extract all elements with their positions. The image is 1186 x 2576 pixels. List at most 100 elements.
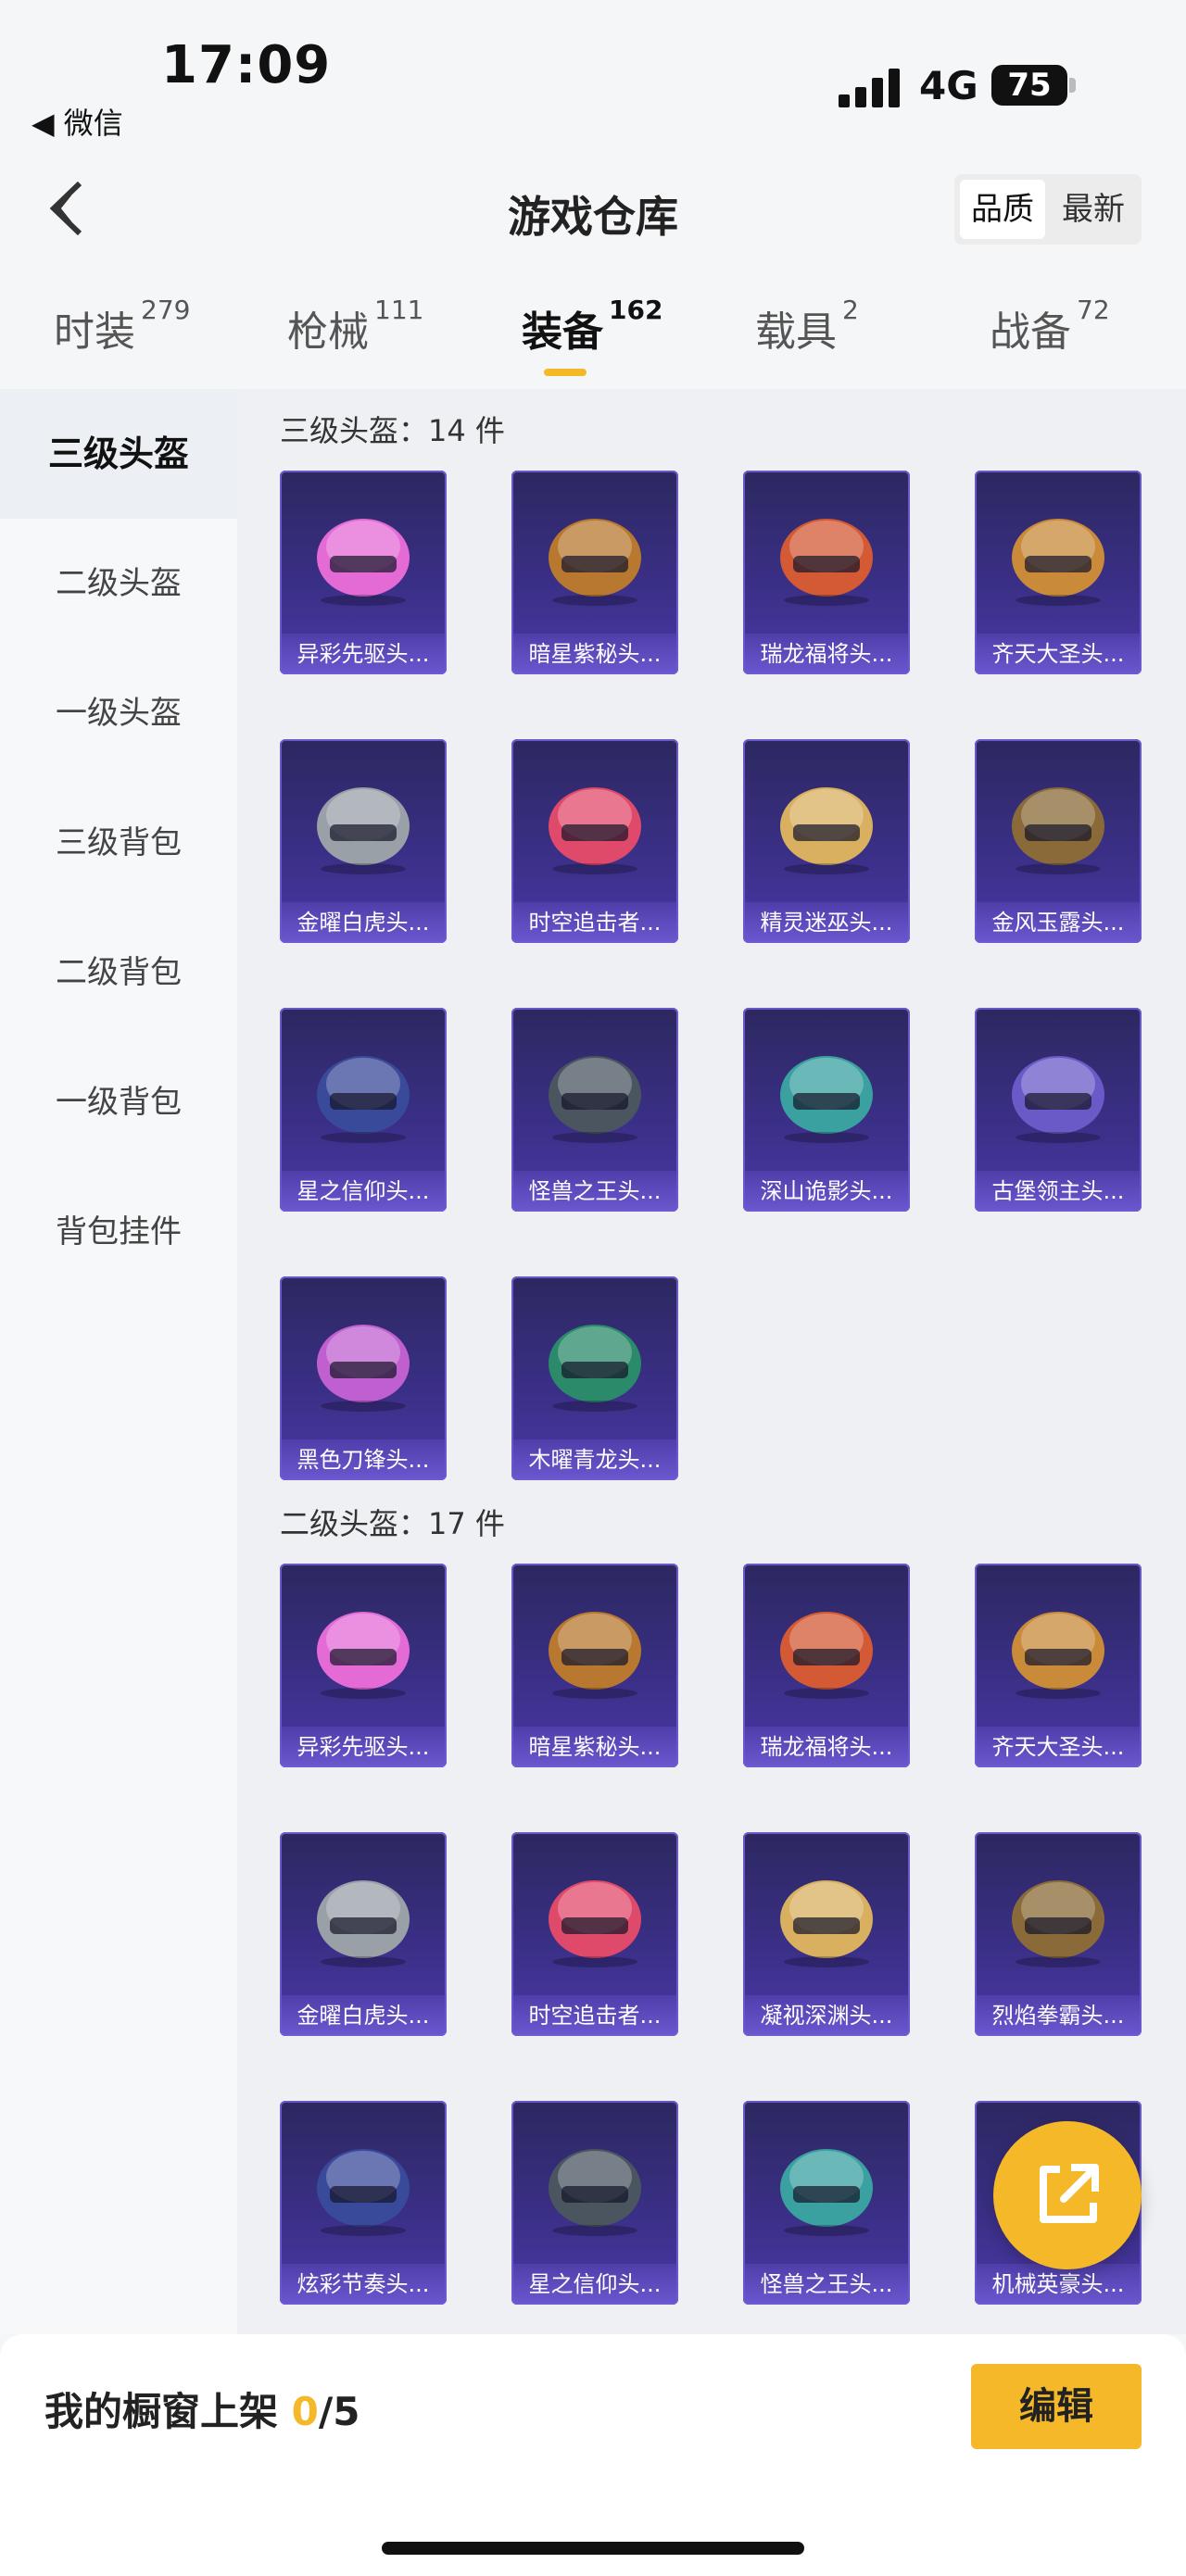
item-name: 异彩先驱头... [280, 634, 447, 674]
item-card[interactable]: 金曜白虎头... [280, 1832, 447, 2036]
item-name: 凝视深渊头... [743, 1995, 910, 2036]
helmet-icon [780, 2149, 873, 2236]
item-name: 古堡领主头... [975, 1171, 1142, 1212]
battery-cap [1069, 78, 1076, 93]
section-title: 三级头盔：14 件 [280, 413, 505, 448]
item-card[interactable]: 金曜白虎头... [280, 739, 447, 943]
helmet-icon [1012, 1880, 1104, 1967]
share-button[interactable] [993, 2121, 1142, 2269]
item-card[interactable]: 古堡领主头... [975, 1008, 1142, 1212]
item-card[interactable]: 黑色刀锋头... [280, 1276, 447, 1480]
sort-quality-button[interactable]: 品质 [960, 180, 1045, 239]
item-card[interactable]: 炫彩节奏头... [280, 2101, 447, 2305]
item-name: 木曜青龙头... [511, 1439, 678, 1480]
helmet-icon [317, 1880, 410, 1967]
tab-guns[interactable]: 枪械 111 [287, 295, 423, 372]
helmet-icon [780, 787, 873, 874]
item-name: 怪兽之王头... [511, 1171, 678, 1212]
item-name: 暗星紫秘头... [511, 634, 678, 674]
item-card[interactable]: 时空追击者... [511, 1832, 678, 2036]
item-name: 异彩先驱头... [280, 1727, 447, 1767]
helmet-icon [549, 1325, 641, 1412]
helmet-icon [1012, 519, 1104, 606]
helmet-icon [549, 1880, 641, 1967]
status-time: 17:09 [161, 35, 332, 95]
helmet-icon [780, 1056, 873, 1143]
item-card[interactable]: 齐天大圣头... [975, 1564, 1142, 1767]
status-bar: 17:09 ◀ 微信 4G 75 [0, 0, 1186, 148]
signal-icon [839, 67, 903, 107]
helmet-icon [1012, 787, 1104, 874]
item-name: 星之信仰头... [280, 1171, 447, 1212]
tab-fashion[interactable]: 时装 279 [54, 295, 190, 372]
helmet-icon [1012, 1612, 1104, 1699]
item-name: 精灵迷巫头... [743, 902, 910, 943]
external-link-icon [1040, 2164, 1099, 2223]
item-grid-area: 三级头盔：14 件 二级头盔：17 件 异彩先驱头... 暗星紫秘头... 瑞龙福将… [237, 389, 1186, 2334]
item-card[interactable]: 暗星紫秘头... [511, 471, 678, 674]
item-card[interactable]: 金风玉露头... [975, 739, 1142, 943]
item-card[interactable]: 木曜青龙头... [511, 1276, 678, 1480]
sidebar: 三级头盔 二级头盔 一级头盔 三级背包 二级背包 一级背包 背包挂件 [0, 389, 237, 2334]
home-indicator [382, 2542, 804, 2555]
item-card[interactable]: 齐天大圣头... [975, 471, 1142, 674]
item-card[interactable]: 凝视深渊头... [743, 1832, 910, 2036]
item-name: 时空追击者... [511, 1995, 678, 2036]
item-name: 齐天大圣头... [975, 1727, 1142, 1767]
back-to-wechat-link[interactable]: ◀ 微信 [32, 100, 123, 143]
helmet-icon [549, 1612, 641, 1699]
bottom-bar: 我的橱窗上架 0/5 编辑 [0, 2334, 1186, 2576]
helmet-icon [780, 519, 873, 606]
showcase-status: 我的橱窗上架 0/5 [44, 2389, 360, 2434]
item-name: 瑞龙福将头... [743, 634, 910, 674]
helmet-icon [549, 1056, 641, 1143]
item-name: 金风玉露头... [975, 902, 1142, 943]
tab-equipment[interactable]: 装备 162 [522, 295, 662, 372]
helmet-icon [317, 1325, 410, 1412]
sidebar-item-level2-helmet[interactable]: 二级头盔 [0, 519, 237, 648]
item-card[interactable]: 暗星紫秘头... [511, 1564, 678, 1767]
item-card[interactable]: 怪兽之王头... [511, 1008, 678, 1212]
helmet-icon [1012, 1056, 1104, 1143]
item-name: 怪兽之王头... [743, 2264, 910, 2305]
item-name: 齐天大圣头... [975, 634, 1142, 674]
helmet-icon [317, 1612, 410, 1699]
sidebar-item-level2-backpack[interactable]: 二级背包 [0, 908, 237, 1037]
item-card[interactable]: 瑞龙福将头... [743, 1564, 910, 1767]
page-header: 游戏仓库 品质 最新 [0, 157, 1186, 269]
tab-vehicles[interactable]: 载具 2 [755, 295, 859, 372]
item-card[interactable]: 怪兽之王头... [743, 2101, 910, 2305]
item-card[interactable]: 烈焰拳霸头... [975, 1832, 1142, 2036]
sidebar-item-level1-backpack[interactable]: 一级背包 [0, 1037, 237, 1167]
network-type: 4G [919, 63, 978, 108]
item-card[interactable]: 深山诡影头... [743, 1008, 910, 1212]
item-name: 金曜白虎头... [280, 1995, 447, 2036]
sidebar-item-level3-backpack[interactable]: 三级背包 [0, 778, 237, 908]
helmet-icon [317, 787, 410, 874]
sidebar-item-level3-helmet[interactable]: 三级头盔 [0, 389, 237, 519]
helmet-icon [317, 1056, 410, 1143]
item-card[interactable]: 瑞龙福将头... [743, 471, 910, 674]
helmet-icon [549, 2149, 641, 2236]
item-name: 深山诡影头... [743, 1171, 910, 1212]
item-name: 金曜白虎头... [280, 902, 447, 943]
helmet-icon [780, 1612, 873, 1699]
helmet-icon [549, 519, 641, 606]
item-name: 暗星紫秘头... [511, 1727, 678, 1767]
item-name: 时空追击者... [511, 902, 678, 943]
item-name: 机械英豪头... [975, 2264, 1142, 2305]
edit-button[interactable]: 编辑 [971, 2364, 1142, 2449]
sidebar-item-backpack-pendant[interactable]: 背包挂件 [0, 1167, 237, 1297]
item-card[interactable]: 星之信仰头... [511, 2101, 678, 2305]
item-card[interactable]: 精灵迷巫头... [743, 739, 910, 943]
item-card[interactable]: 时空追击者... [511, 739, 678, 943]
sidebar-item-level1-helmet[interactable]: 一级头盔 [0, 648, 237, 778]
item-card[interactable]: 异彩先驱头... [280, 471, 447, 674]
item-name: 星之信仰头... [511, 2264, 678, 2305]
sort-newest-button[interactable]: 最新 [1051, 180, 1136, 239]
helmet-icon [317, 2149, 410, 2236]
helmet-icon [549, 787, 641, 874]
item-card[interactable]: 异彩先驱头... [280, 1564, 447, 1767]
tab-gear[interactable]: 战备 72 [990, 295, 1110, 372]
item-card[interactable]: 星之信仰头... [280, 1008, 447, 1212]
